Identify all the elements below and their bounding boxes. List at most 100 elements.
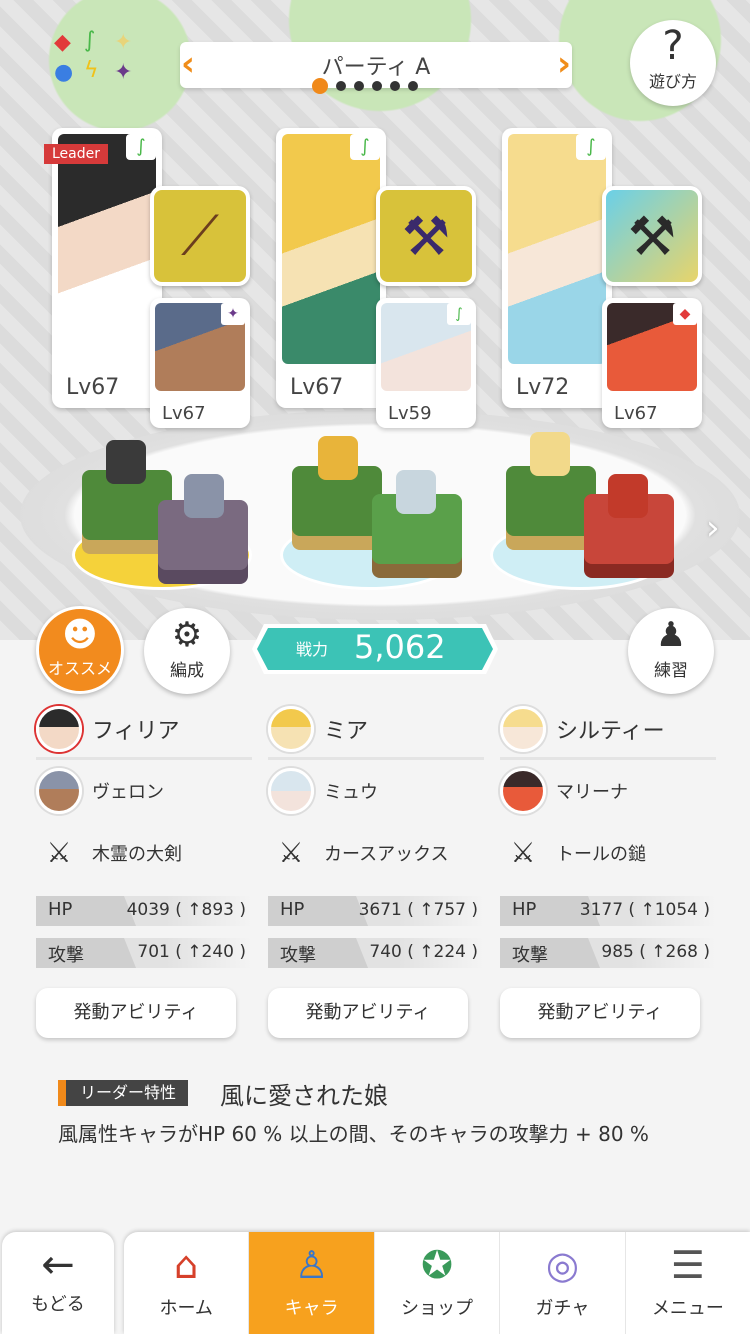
- avatar: [500, 705, 546, 752]
- weapon-row[interactable]: ⚔ 木霊の大剣: [36, 822, 252, 884]
- chibi-marina[interactable]: [608, 474, 648, 518]
- question-icon: ?: [662, 23, 684, 69]
- sub-character-name: ヴェロン: [92, 782, 164, 803]
- sword-shield-icon: ⚔: [510, 836, 536, 869]
- main-character-card-1[interactable]: ∫ Lv67: [52, 128, 162, 408]
- card-level: Lv67: [162, 403, 206, 424]
- tab-shop[interactable]: ✪ ショップ: [375, 1232, 501, 1334]
- weapon-row[interactable]: ⚔ トールの鎚: [500, 822, 716, 884]
- tab-menu[interactable]: ☰ メニュー: [626, 1232, 750, 1334]
- gacha-icon: ◎: [545, 1243, 579, 1287]
- tab-label: キャラ: [284, 1298, 339, 1319]
- power-label: 戦力: [296, 640, 329, 659]
- avatar: [500, 768, 546, 814]
- sub-character-card-3[interactable]: ◆ Lv67: [602, 298, 702, 428]
- portrait-siltie: [508, 134, 606, 364]
- fire-diamond-icon: ◆: [673, 303, 697, 325]
- main-character-name: フィリア: [92, 718, 180, 744]
- hp-label: HP: [512, 899, 537, 920]
- practice-button[interactable]: ♟ 練習: [628, 608, 714, 694]
- recommend-button[interactable]: ☻ オススメ: [36, 606, 124, 694]
- sub-character-row[interactable]: ヴェロン: [36, 760, 252, 822]
- bottom-navigation: ← もどる ⌂ ホーム ♙ キャラ ✪ ショップ ◎ ガチャ ☰ メニュー: [0, 1232, 750, 1334]
- sub-character-row[interactable]: マリーナ: [500, 760, 716, 822]
- tab-character[interactable]: ♙ キャラ: [249, 1232, 375, 1334]
- party-scene: ◆ ∫ ✦ ● ϟ ✦ ‹ パーティ A › ? 遊び方 Leader ∫ Lv…: [0, 0, 750, 640]
- sub-character-card-1[interactable]: ✦ Lv67: [150, 298, 250, 428]
- attack-value: 985 ( ↑268 ): [601, 942, 710, 962]
- main-character-card-3[interactable]: ∫ Lv72: [502, 128, 612, 408]
- wind-icon: ∫: [126, 134, 156, 160]
- page-dot[interactable]: [408, 81, 418, 91]
- ability-button-2[interactable]: 発動アビリティ: [268, 988, 468, 1038]
- attack-value: 740 ( ↑224 ): [369, 942, 478, 962]
- weapon-slot-1[interactable]: ⟋: [150, 186, 250, 286]
- formation-gear-icon: ⚙: [171, 615, 203, 655]
- chibi-mia[interactable]: [318, 436, 358, 480]
- page-dot[interactable]: [312, 78, 328, 94]
- page-dot[interactable]: [390, 81, 400, 91]
- attack-stat: 攻撃 701 ( ↑240 ): [36, 938, 252, 968]
- tab-home[interactable]: ⌂ ホーム: [124, 1232, 250, 1334]
- card-level: Lv67: [66, 375, 120, 400]
- greatsword-icon: ⟋: [181, 204, 219, 267]
- main-character-row[interactable]: フィリア: [36, 700, 252, 760]
- recommend-icon: ☻: [62, 615, 98, 655]
- party-page-dots: [312, 78, 418, 94]
- chevron-right-icon[interactable]: ›: [706, 508, 720, 548]
- shop-icon: ✪: [421, 1243, 453, 1287]
- element-legend: ◆ ∫ ✦ ● ϟ ✦: [48, 30, 148, 90]
- help-button[interactable]: ? 遊び方: [630, 20, 716, 106]
- wind-icon: ∫: [350, 134, 380, 160]
- avatar: [268, 705, 314, 752]
- dark-star-icon: ✦: [114, 60, 133, 85]
- weapon-slot-2[interactable]: ⚒: [376, 186, 476, 286]
- chibi-filia[interactable]: [106, 440, 146, 484]
- back-button[interactable]: ← もどる: [2, 1232, 114, 1334]
- page-dot[interactable]: [372, 81, 382, 91]
- weapon-slot-3[interactable]: ⚒: [602, 186, 702, 286]
- card-level: Lv59: [388, 403, 432, 424]
- chibi-veron[interactable]: [184, 474, 224, 518]
- tab-label: ガチャ: [535, 1298, 590, 1319]
- main-character-card-2[interactable]: ∫ Lv67: [276, 128, 386, 408]
- hp-value: 3177 ( ↑1054 ): [579, 900, 710, 920]
- hp-label: HP: [48, 899, 73, 920]
- sub-character-row[interactable]: ミュウ: [268, 760, 484, 822]
- hp-value: 3671 ( ↑757 ): [358, 900, 478, 920]
- pedestal-grass-3: [506, 466, 596, 536]
- chibi-siltie[interactable]: [530, 432, 570, 476]
- back-label: もどる: [31, 1294, 85, 1315]
- ability-button-3[interactable]: 発動アビリティ: [500, 988, 700, 1038]
- sub-character-card-2[interactable]: ∫ Lv59: [376, 298, 476, 428]
- sub-character-name: マリーナ: [556, 782, 628, 803]
- chibi-myu[interactable]: [396, 470, 436, 514]
- leader-trait-name: 風に愛された娘: [220, 1082, 388, 1110]
- hp-stat: HP 3177 ( ↑1054 ): [500, 896, 716, 926]
- hp-stat: HP 3671 ( ↑757 ): [268, 896, 484, 926]
- weapon-name: 木霊の大剣: [92, 844, 182, 865]
- page-dot[interactable]: [354, 81, 364, 91]
- sword-shield-icon: ⚔: [46, 836, 72, 869]
- main-character-row[interactable]: ミア: [268, 700, 484, 760]
- chevron-left-icon[interactable]: ‹: [174, 42, 202, 88]
- page-dot[interactable]: [336, 81, 346, 91]
- home-icon: ⌂: [174, 1243, 199, 1287]
- recommend-label: オススメ: [47, 659, 112, 678]
- main-character-name: ミア: [324, 718, 369, 744]
- team-column-1: フィリア ヴェロン ⚔ 木霊の大剣 HP 4039 ( ↑893 ) 攻撃 70…: [36, 700, 252, 968]
- ability-button-1[interactable]: 発動アビリティ: [36, 988, 236, 1038]
- attack-stat: 攻撃 740 ( ↑224 ): [268, 938, 484, 968]
- training-dummy-icon: ♟: [655, 615, 687, 655]
- avatar: [36, 705, 82, 752]
- weapon-row[interactable]: ⚔ カースアックス: [268, 822, 484, 884]
- help-label: 遊び方: [648, 72, 697, 91]
- formation-button[interactable]: ⚙ 編成: [144, 608, 230, 694]
- nav-tabs: ⌂ ホーム ♙ キャラ ✪ ショップ ◎ ガチャ ☰ メニュー: [124, 1232, 750, 1334]
- chevron-right-icon[interactable]: ›: [550, 42, 578, 88]
- leader-trait-tag: リーダー特性: [58, 1080, 189, 1106]
- fire-diamond-icon: ◆: [54, 30, 71, 55]
- tab-gacha[interactable]: ◎ ガチャ: [500, 1232, 626, 1334]
- power-value: 5,062: [354, 628, 446, 666]
- main-character-row[interactable]: シルティー: [500, 700, 716, 760]
